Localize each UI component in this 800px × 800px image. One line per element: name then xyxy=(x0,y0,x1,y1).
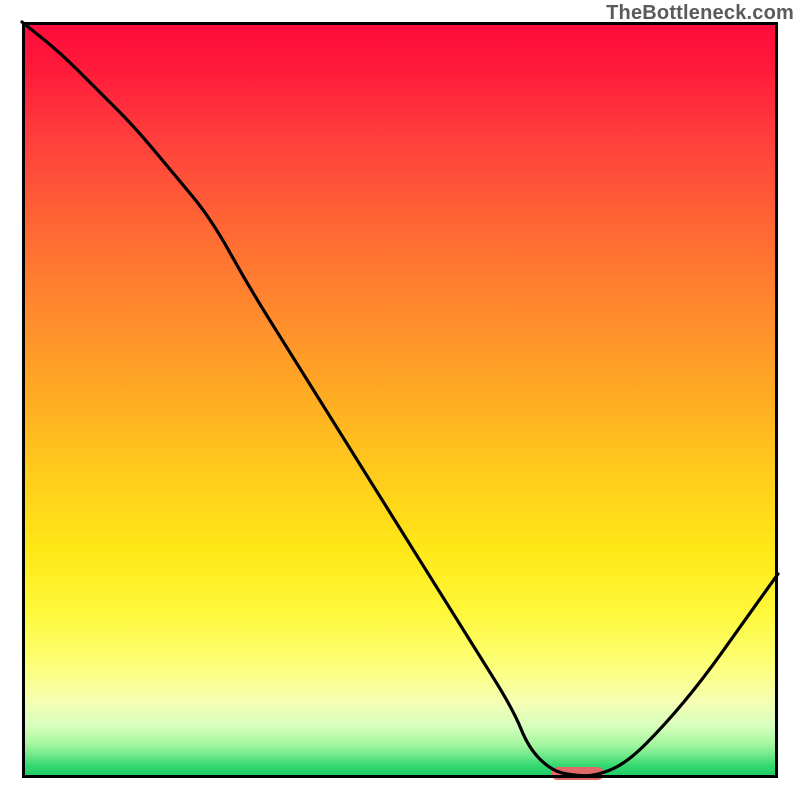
chart-stage: TheBottleneck.com xyxy=(0,0,800,800)
bottleneck-curve xyxy=(22,22,778,776)
curve-layer xyxy=(22,22,778,778)
watermark-text: TheBottleneck.com xyxy=(606,2,794,25)
plot-area xyxy=(22,22,778,778)
